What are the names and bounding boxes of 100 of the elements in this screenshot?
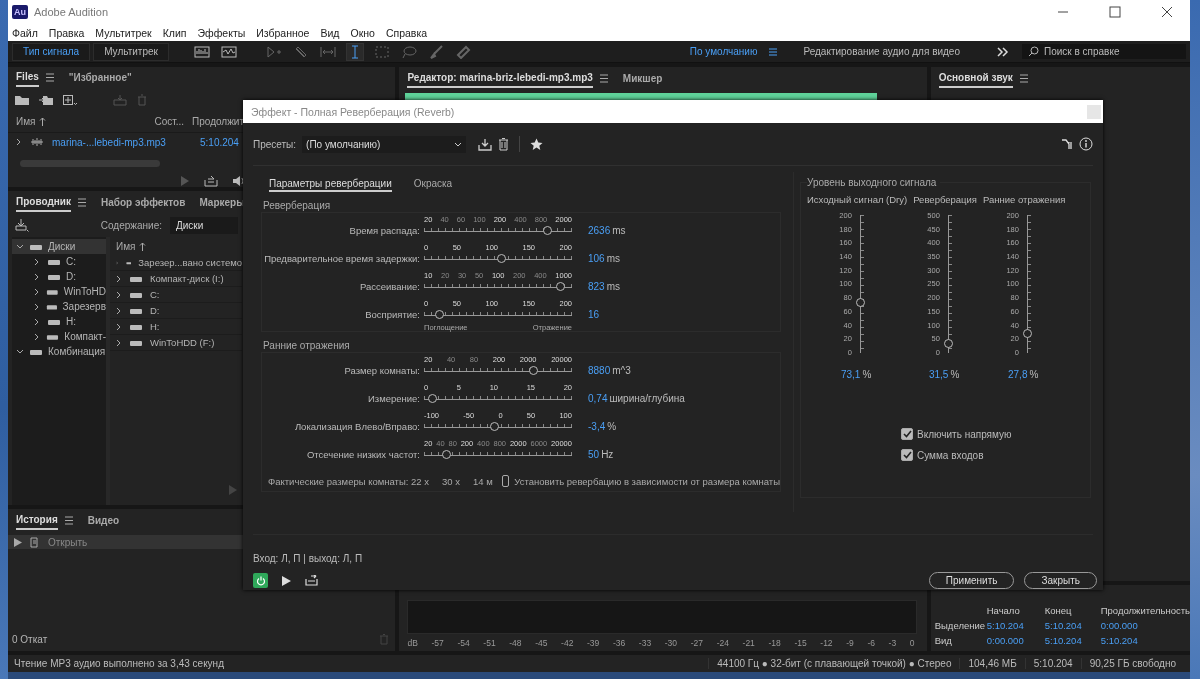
workspace-tab[interactable]: Редактирование аудио для видео — [799, 46, 964, 57]
bandage-icon[interactable] — [454, 44, 471, 59]
slider-track[interactable] — [424, 449, 572, 461]
play-icon[interactable] — [282, 575, 291, 586]
panel-tab[interactable]: Набор эффектов — [100, 193, 186, 211]
menu-item[interactable]: Окно — [350, 26, 375, 39]
value-text[interactable]: 0,74 — [588, 383, 608, 404]
drive-name[interactable]: D: — [150, 305, 160, 316]
new-file-icon[interactable] — [62, 94, 78, 107]
slider-track[interactable] — [424, 225, 572, 237]
checkbox[interactable] — [901, 449, 913, 461]
drive-name[interactable]: WinToHDD (F:) — [150, 337, 215, 348]
value-text[interactable]: 50 — [588, 439, 600, 460]
dialog-tab[interactable]: Параметры реверберации — [269, 178, 392, 192]
maximize-icon[interactable] — [1109, 6, 1121, 18]
column-header[interactable]: Имя — [16, 116, 36, 128]
slider-track[interactable] — [424, 393, 572, 405]
slider-track[interactable] — [424, 309, 572, 321]
spectrum-view-icon[interactable] — [220, 45, 237, 58]
info-icon[interactable] — [1079, 137, 1093, 151]
folder-icon[interactable] — [14, 94, 30, 107]
checkbox[interactable] — [901, 428, 913, 440]
slider-thumb[interactable] — [943, 339, 953, 349]
import-icon[interactable] — [14, 218, 30, 232]
slider-track[interactable] — [424, 421, 572, 433]
slider-thumb[interactable] — [428, 394, 438, 403]
panel-tab[interactable]: Редактор: marina-briz-lebedi-mp3.mp3 — [407, 68, 593, 88]
tree-item[interactable]: Компакт- — [12, 329, 106, 344]
menu-item[interactable]: Файл — [12, 26, 38, 39]
drive-name[interactable]: C: — [150, 289, 160, 300]
slider-thumb[interactable] — [528, 366, 538, 375]
dialog-button[interactable]: Закрыть — [1024, 572, 1097, 589]
menu-item[interactable]: Справка — [385, 26, 428, 39]
menu-item[interactable]: Правка — [48, 26, 85, 39]
panel-tab[interactable]: Микшер — [622, 69, 663, 87]
slider-track[interactable] — [424, 253, 572, 265]
menu-icon[interactable] — [598, 73, 609, 83]
checkbox[interactable] — [501, 475, 510, 487]
value-text[interactable]: 16 — [588, 299, 600, 320]
waveform-view-icon[interactable] — [193, 45, 210, 58]
slider-thumb[interactable] — [542, 226, 552, 235]
time-value[interactable]: 5:10.204 — [1044, 620, 1101, 631]
menu-item[interactable]: Эффекты — [197, 26, 246, 39]
panel-tab[interactable]: История — [16, 510, 58, 530]
tree-item[interactable]: Диски — [12, 239, 106, 254]
workspace-tab[interactable]: По умолчанию — [685, 46, 762, 57]
export-icon[interactable] — [204, 175, 218, 187]
panel-tab[interactable]: Видео — [87, 511, 120, 529]
value-text[interactable]: 31,5 — [928, 369, 949, 380]
time-value[interactable]: 5:10.204 — [1100, 635, 1190, 646]
chevron-icon[interactable] — [997, 46, 1009, 57]
time-value[interactable]: 5:10.204 — [986, 620, 1045, 631]
star-icon[interactable] — [530, 137, 544, 151]
file-name[interactable]: marina-...lebedi-mp3.mp3 — [52, 136, 192, 148]
dialog-tab[interactable]: Окраска — [413, 178, 453, 192]
power-button[interactable] — [253, 573, 268, 588]
slider-thumb[interactable] — [490, 422, 500, 431]
menu-icon[interactable] — [1018, 73, 1029, 83]
tree-item[interactable]: Комбинация — [12, 344, 106, 359]
menu-icon[interactable] — [44, 73, 55, 83]
routing-icon[interactable] — [1061, 138, 1073, 150]
tree-item[interactable]: WinToHD — [12, 284, 106, 299]
menu-item[interactable]: Вид — [320, 26, 340, 39]
drive-name[interactable]: Компакт-диск (I:) — [150, 273, 224, 284]
menu-icon[interactable] — [63, 515, 74, 525]
value-text[interactable]: 8880 — [588, 355, 611, 376]
slider-thumb[interactable] — [441, 450, 451, 459]
slider-thumb[interactable] — [497, 254, 507, 263]
time-value[interactable]: 0:00.000 — [1100, 620, 1190, 631]
tree-item[interactable]: D: — [12, 269, 106, 284]
time-value[interactable]: 0:00.000 — [986, 635, 1045, 646]
menu-item[interactable]: Мультитрек — [95, 26, 152, 39]
tree-item[interactable]: C: — [12, 254, 106, 269]
value-text[interactable]: -3,4 — [588, 411, 606, 432]
column-header[interactable]: Продолжит — [192, 116, 245, 128]
slider-track[interactable] — [424, 281, 572, 293]
slider-thumb[interactable] — [855, 298, 865, 308]
menu-item[interactable]: Избранное — [256, 26, 310, 39]
slider-thumb[interactable] — [1022, 329, 1032, 339]
panel-tab[interactable]: Проводник — [16, 192, 71, 212]
menu-icon[interactable] — [76, 197, 87, 207]
value-text[interactable]: 823 — [588, 271, 605, 292]
dialog-button[interactable]: Применить — [928, 572, 1015, 589]
slider-thumb[interactable] — [435, 310, 445, 319]
slider-thumb[interactable] — [556, 282, 566, 291]
column-header[interactable]: Имя — [116, 240, 136, 252]
time-value[interactable]: 5:10.204 — [1044, 635, 1101, 646]
content-dropdown[interactable]: Диски — [170, 216, 238, 234]
close-icon[interactable] — [1161, 6, 1173, 18]
import-folder-icon[interactable] — [38, 94, 54, 107]
value-text[interactable]: 2636 — [588, 215, 611, 236]
tree-item[interactable]: Зарезерв — [12, 299, 106, 314]
drive-name[interactable]: H: — [150, 321, 160, 332]
slip-tool-icon[interactable] — [319, 44, 336, 59]
panel-tab[interactable]: "Избранное" — [68, 69, 132, 87]
value-text[interactable]: 106 — [588, 243, 605, 264]
save-preset-icon[interactable] — [478, 137, 493, 151]
menu-item[interactable]: Клип — [162, 26, 187, 39]
panel-tab[interactable]: Маркеры — [199, 193, 245, 211]
drive-name[interactable]: Зарезер...вано системо — [138, 257, 242, 268]
